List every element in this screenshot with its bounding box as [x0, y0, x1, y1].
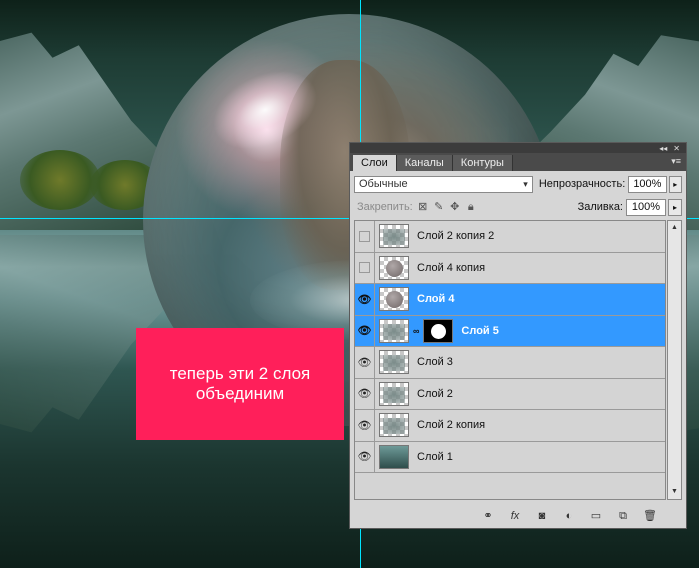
layer-row[interactable]: 👁︎ Слой 2 [355, 378, 665, 410]
layers-scrollbar[interactable]: ▲ ▼ [667, 220, 682, 500]
visibility-toggle[interactable] [355, 221, 375, 252]
layer-name: Слой 2 [417, 387, 453, 400]
new-layer-icon[interactable]: ⧉ [615, 509, 631, 523]
close-icon[interactable]: ✕ [673, 144, 680, 153]
layer-name: Слой 2 копия [417, 419, 486, 432]
layer-thumbnail [379, 413, 409, 438]
layer-name: Слой 3 [417, 356, 453, 369]
layer-row[interactable]: Слой 4 копия [355, 252, 665, 284]
scroll-down-icon[interactable]: ▼ [668, 485, 681, 499]
new-group-icon[interactable]: ▭ [588, 509, 604, 523]
lock-position-icon[interactable]: ✥ [449, 201, 461, 213]
layer-thumbnail [379, 255, 409, 280]
foliage [20, 150, 100, 210]
chain-icon[interactable]: ∞ [413, 326, 419, 336]
layer-row-selected[interactable]: 👁︎ ∞ Слой 5 [355, 315, 665, 347]
layer-name: Слой 5 [461, 324, 499, 337]
lock-transparency-icon[interactable]: ⊠ [417, 201, 429, 213]
layer-thumbnail [379, 287, 409, 312]
tab-layers[interactable]: Слои [353, 155, 397, 171]
layer-row-selected[interactable]: 👁︎ Слой 4 [355, 284, 665, 316]
link-layers-icon[interactable]: ⚭ [480, 509, 496, 523]
fill-slider-button[interactable]: ▸ [668, 198, 682, 216]
panel-title-bar[interactable]: ◂◂ ✕ [350, 143, 686, 153]
layer-name: Слой 1 [417, 450, 453, 463]
adjustment-layer-icon[interactable]: ◐ [561, 509, 577, 523]
fill-input[interactable]: 100% [626, 198, 666, 216]
layer-row[interactable]: Слой 2 копия 2 [355, 221, 665, 253]
lock-all-icon[interactable]: 🔒︎ [465, 201, 477, 213]
tab-channels[interactable]: Каналы [396, 155, 453, 171]
blend-mode-value: Обычные [359, 177, 408, 190]
blend-mode-select[interactable]: Обычные ▾ [354, 175, 533, 193]
collapse-icon[interactable]: ◂◂ [659, 144, 667, 153]
layer-row[interactable]: 👁︎ Слой 3 [355, 347, 665, 379]
layer-name: Слой 4 [417, 293, 455, 306]
eye-icon[interactable]: 👁︎ [355, 441, 375, 472]
layer-row[interactable]: 👁︎ Слой 1 [355, 441, 665, 473]
tab-paths[interactable]: Контуры [452, 155, 513, 171]
eye-icon[interactable]: 👁︎ [355, 378, 375, 409]
trash-icon[interactable]: 🗑︎ [642, 509, 658, 523]
layer-name: Слой 4 копия [417, 261, 486, 274]
layer-mask-thumbnail[interactable] [423, 318, 454, 343]
blend-opacity-row: Обычные ▾ Непрозрачность: 100% ▸ [354, 175, 682, 193]
chevron-down-icon: ▾ [523, 178, 528, 189]
layer-name: Слой 2 копия 2 [417, 230, 495, 243]
layer-thumbnail [379, 318, 409, 343]
eye-icon[interactable]: 👁︎ [355, 410, 375, 441]
layers-list: Слой 2 копия 2 Слой 4 копия 👁︎ Слой 4 👁︎… [354, 220, 666, 500]
panel-footer: ⚭ fx ◙ ◐ ▭ ⧉ 🗑︎ [350, 504, 686, 528]
opacity-input[interactable]: 100% [628, 175, 667, 193]
layer-thumbnail [379, 350, 409, 375]
eye-icon[interactable]: 👁︎ [355, 284, 375, 315]
fill-label: Заливка: [577, 201, 623, 213]
layer-row[interactable]: 👁︎ Слой 2 копия [355, 410, 665, 442]
fx-icon[interactable]: fx [507, 509, 523, 523]
layer-thumbnail [379, 444, 409, 469]
opacity-label: Непрозрачность: [538, 178, 626, 190]
scroll-up-icon[interactable]: ▲ [668, 221, 681, 235]
eye-icon[interactable]: 👁︎ [355, 315, 375, 346]
panel-menu-icon[interactable]: ▾≡ [671, 156, 681, 167]
lock-fill-row: Закрепить: ⊠ ✎ ✥ 🔒︎ Заливка: 100% ▸ [354, 198, 682, 216]
layers-panel: ◂◂ ✕ Слои Каналы Контуры ▾≡ Обычные ▾ Не… [349, 142, 687, 529]
panel-tabbar: Слои Каналы Контуры ▾≡ [350, 153, 686, 171]
annotation-callout: теперь эти 2 слоя объединим [136, 328, 344, 440]
visibility-toggle[interactable] [355, 252, 375, 283]
eye-icon[interactable]: 👁︎ [355, 347, 375, 378]
lock-label: Закрепить: [357, 201, 413, 213]
layer-thumbnail [379, 381, 409, 406]
lock-pixels-icon[interactable]: ✎ [433, 201, 445, 213]
opacity-slider-button[interactable]: ▸ [668, 175, 682, 193]
add-mask-icon[interactable]: ◙ [534, 509, 550, 523]
layer-thumbnail [379, 224, 409, 249]
